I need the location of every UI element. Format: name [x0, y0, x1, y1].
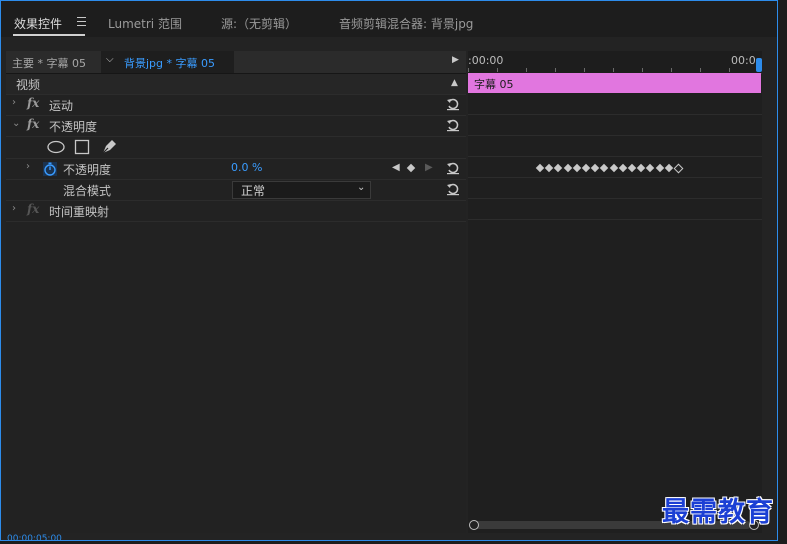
sequence-clip-label: 背景jpg * 字幕 05 [124, 57, 216, 70]
keyframe-marker[interactable] [673, 163, 684, 174]
chevron-down-icon[interactable]: ⌵ [106, 54, 114, 65]
blend-mode-value: 正常 [241, 184, 266, 198]
keyframe-marker[interactable] [581, 163, 591, 173]
rectangle-mask-icon[interactable] [74, 139, 90, 155]
keyframe-timeline: :00:00 00:0 字幕 05 [468, 51, 762, 533]
keyframe-marker[interactable] [627, 163, 637, 173]
time-remap-label: 时间重映射 [49, 205, 110, 219]
add-keyframe-icon[interactable] [406, 163, 416, 173]
keyframe-marker[interactable] [609, 163, 618, 173]
tab-lumetri-scopes[interactable]: Lumetri 范围 [108, 15, 182, 32]
playhead[interactable] [756, 58, 762, 72]
pen-mask-icon[interactable] [100, 138, 118, 156]
keyframe-marker[interactable] [636, 163, 646, 173]
keyframe-marker[interactable] [600, 163, 609, 173]
motion-label: 运动 [49, 99, 74, 113]
keyframe-marker[interactable] [544, 163, 554, 173]
blend-mode-row: 混合模式 正常 ⌄ [6, 180, 466, 201]
keyframe-marker[interactable] [618, 163, 628, 173]
current-timecode[interactable]: 00:00:05:00 [7, 534, 62, 544]
keyframe-marker[interactable] [554, 163, 563, 173]
row-divider [468, 135, 762, 136]
row-divider [468, 156, 762, 157]
chevron-right-icon[interactable]: › [26, 161, 30, 172]
master-clip-label[interactable]: 主要 * 字幕 05 [12, 55, 86, 71]
chevron-down-icon: ⌄ [357, 182, 366, 193]
ruler-start-time: :00:00 [468, 54, 504, 67]
active-tab-indicator [13, 34, 85, 36]
tab-source[interactable]: 源:（无剪辑） [221, 15, 297, 32]
blend-mode-dropdown[interactable]: 正常 ⌄ [232, 181, 371, 199]
keyframe-marker[interactable] [646, 163, 655, 173]
keyframe-marker[interactable] [572, 163, 582, 173]
ruler-end-time: 00:0 [731, 54, 756, 67]
ellipse-mask-icon[interactable] [46, 140, 66, 154]
keyframe-marker[interactable] [664, 163, 674, 173]
mask-tools-row [6, 137, 466, 159]
effect-row-time-remap[interactable]: › fx 时间重映射 [6, 201, 466, 222]
time-ruler[interactable]: :00:00 00:0 [468, 51, 762, 74]
row-divider [468, 198, 762, 199]
collapse-triangle-icon[interactable]: ▲ [451, 78, 458, 88]
footer-bar: 00:00:05:00 [1, 531, 777, 544]
scroll-handle-left[interactable] [469, 520, 479, 530]
panel-tab-bar: 效果控件 Lumetri 范围 源:（无剪辑） 音频剪辑混合器: 背景jpg [1, 1, 777, 37]
blend-mode-label: 混合模式 [63, 184, 112, 198]
next-keyframe-icon[interactable]: ▶ [425, 162, 433, 173]
reset-icon[interactable] [446, 97, 460, 111]
effect-controls-panel: 效果控件 Lumetri 范围 源:（无剪辑） 音频剪辑混合器: 背景jpg 主… [0, 0, 778, 544]
sequence-clip-tab[interactable]: ⌵ 背景jpg * 字幕 05 [101, 51, 234, 73]
opacity-param-row[interactable]: › 不透明度 0.0 % ◀ ▶ [6, 159, 466, 180]
panel-menu-icon[interactable] [77, 17, 86, 26]
video-section-label: 视频 [16, 78, 41, 92]
tab-audio-clip-mixer[interactable]: 音频剪辑混合器: 背景jpg [339, 15, 473, 32]
keyframe-marker[interactable] [535, 163, 545, 173]
opacity-value[interactable]: 0.0 % [231, 161, 262, 174]
stopwatch-icon[interactable] [42, 160, 58, 177]
fx-toggle-icon[interactable]: fx [27, 202, 39, 216]
clip-bar-label: 字幕 05 [474, 78, 514, 91]
clip-selector-bar: 主要 * 字幕 05 ⌵ 背景jpg * 字幕 05 ▶ [6, 51, 466, 74]
opacity-param-label: 不透明度 [63, 163, 112, 177]
row-divider [468, 219, 762, 220]
play-triangle-icon[interactable]: ▶ [452, 55, 459, 65]
chevron-down-icon[interactable]: ⌄ [12, 118, 20, 129]
effects-list: 主要 * 字幕 05 ⌵ 背景jpg * 字幕 05 ▶ 视频 ▲ › fx 运… [6, 51, 466, 533]
chevron-right-icon[interactable]: › [12, 97, 16, 108]
fx-toggle-icon[interactable]: fx [27, 117, 39, 131]
reset-icon[interactable] [446, 182, 460, 196]
keyframe-marker[interactable] [563, 163, 572, 173]
opacity-keyframe-track [468, 159, 762, 179]
video-section-header: 视频 ▲ [6, 74, 466, 95]
chevron-right-icon[interactable]: › [12, 203, 16, 214]
reset-icon[interactable] [446, 118, 460, 132]
row-divider [468, 114, 762, 115]
fx-toggle-icon[interactable]: fx [27, 96, 39, 110]
tab-effect-controls[interactable]: 效果控件 [14, 15, 62, 32]
keyframe-marker[interactable] [655, 163, 664, 173]
keyframe-marker[interactable] [590, 163, 600, 173]
opacity-label: 不透明度 [49, 120, 98, 134]
effect-row-opacity[interactable]: ⌄ fx 不透明度 [6, 116, 466, 137]
ruler-ticks [468, 68, 762, 72]
clip-bar[interactable]: 字幕 05 [468, 73, 761, 93]
previous-keyframe-icon[interactable]: ◀ [392, 162, 400, 173]
watermark-logo: 最需教育 [662, 497, 774, 528]
reset-icon[interactable] [446, 161, 460, 175]
effect-row-motion[interactable]: › fx 运动 [6, 95, 466, 116]
